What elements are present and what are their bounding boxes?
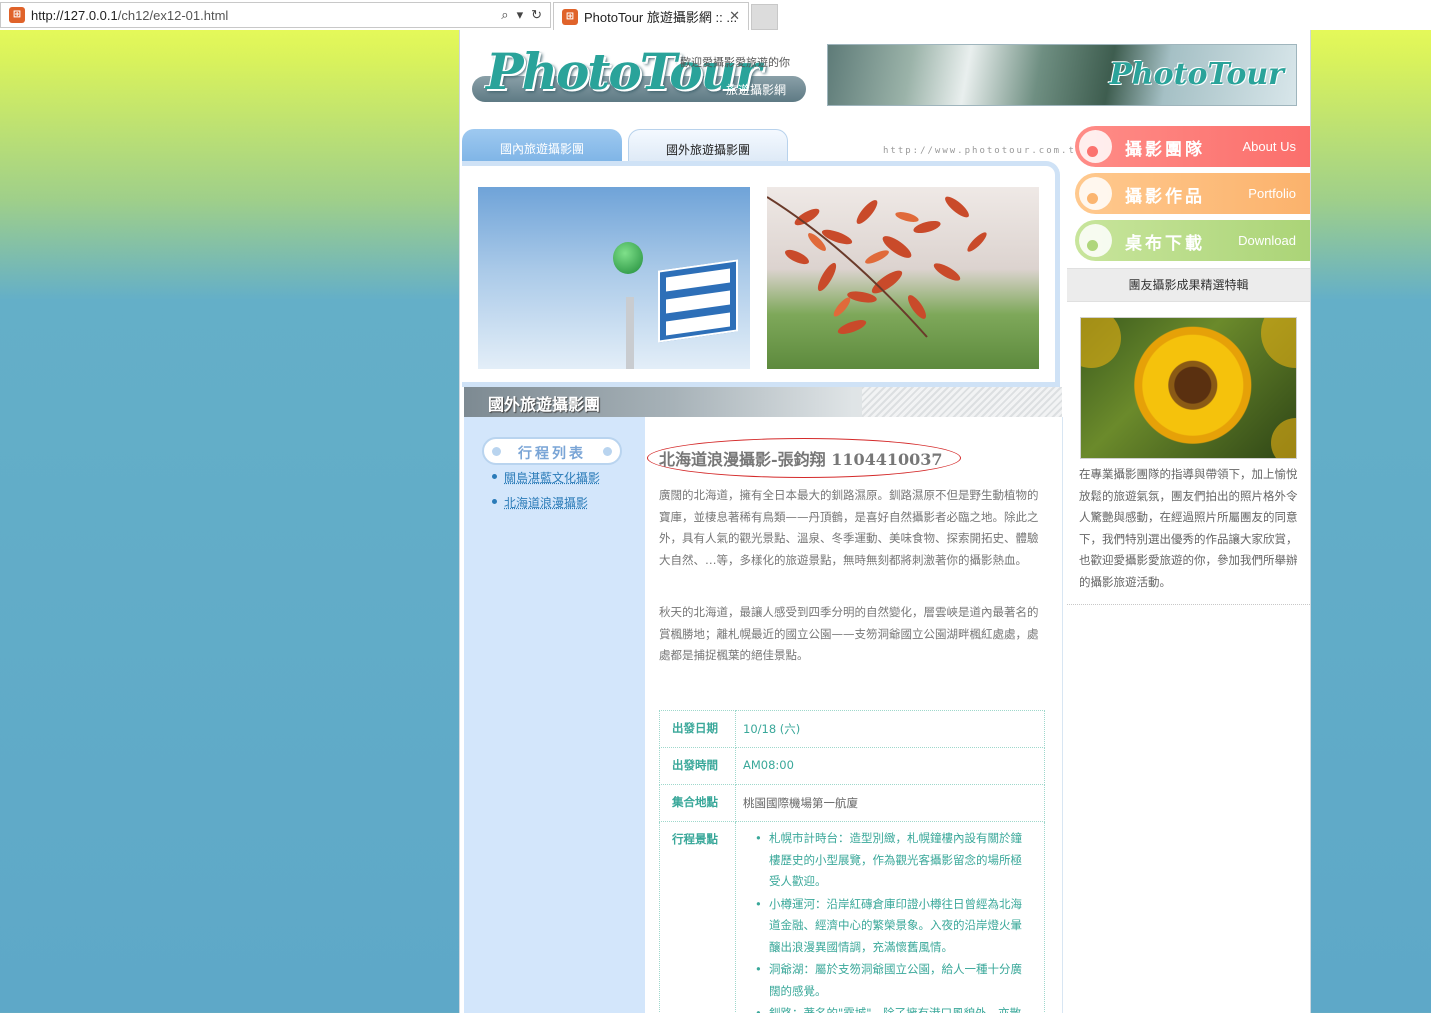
divider: [1067, 604, 1310, 605]
table-row: 行程景點 札幌市計時台：造型別緻，札幌鐘樓內設有關於鐘樓歷史的小型展覽，作為觀光…: [659, 821, 1045, 1013]
article-content: 北海道浪漫攝影-張鈞翔 1104410037 廣闊的北海道，擁有全日本最大的釧路…: [645, 417, 1063, 1013]
article-paragraph-2: 秋天的北海道，最讓人感受到四季分明的自然變化，層雲峽是道內最著名的賞楓勝地；離札…: [659, 605, 1039, 662]
site-logo[interactable]: PhotoTour 歡迎愛攝影愛旅遊的你 旅遊攝影網: [472, 42, 808, 112]
tab-abroad-tours[interactable]: 國外旅遊攝影團: [628, 129, 788, 163]
browser-chrome: ⊞ http://127.0.0.1 /ch12/ex12-01.html ⌕ …: [0, 0, 1431, 30]
date-label: 出發日期: [659, 710, 736, 748]
menu-label-zh: 桌布下載: [1125, 234, 1205, 254]
tab-title: PhotoTour 旅遊攝影網 :: ...: [584, 10, 738, 25]
menu-label-en: About Us: [1242, 139, 1296, 154]
photo-autumn-leaves: [767, 187, 1039, 369]
browser-tab[interactable]: ⊞ PhotoTour 旅遊攝影網 :: ... ✕: [553, 2, 749, 30]
menu-about-us[interactable]: 攝影團隊 About Us: [1075, 126, 1310, 167]
spots-label: 行程景點: [659, 821, 736, 1013]
list-item: 洞爺湖：屬於支笏洞爺國立公園，給人一種十分廣闊的感覺。: [755, 959, 1032, 1002]
feature-description: 在專業攝影團隊的指導與帶領下，加上愉悅放鬆的旅遊氣氛，團友們拍出的照片格外令人驚…: [1079, 467, 1298, 589]
left-sidebar: 行程列表 關島湛藍文化攝影 北海道浪漫攝影: [464, 417, 645, 1013]
dropdown-icon[interactable]: ▾: [517, 7, 524, 23]
table-row: 出發時間 AM08:00: [659, 747, 1045, 785]
article-title: 北海道浪漫攝影-張鈞翔 1104410037: [659, 450, 943, 469]
new-tab-button[interactable]: [751, 4, 778, 30]
header-banner: PhotoTour: [827, 44, 1297, 106]
menu-portfolio[interactable]: 攝影作品 Portfolio: [1075, 173, 1310, 214]
list-item: 札幌市計時台：造型別緻，札幌鐘樓內設有關於鐘樓歷史的小型展覽，作為觀光客攝影留念…: [755, 828, 1032, 893]
menu-label-en: Portfolio: [1248, 186, 1296, 201]
place-value: 桃園國際機場第一航廈: [735, 784, 1045, 822]
logo-text: PhotoTour: [486, 42, 761, 101]
leaves-graphic: [767, 196, 987, 338]
list-item: 小樽運河：沿岸紅磚倉庫印證小樽往日曾經為北海道金融、經濟中心的繁榮景象。入夜的沿…: [755, 894, 1032, 959]
table-row: 出發日期 10/18 (六): [659, 710, 1045, 748]
pill-dot-icon: [492, 447, 501, 456]
photo-road-sign: [478, 187, 750, 369]
date-value: 10/18 (六): [735, 710, 1045, 748]
menu-download[interactable]: 桌布下載 Download: [1075, 220, 1310, 261]
banner-logo: PhotoTour: [1109, 57, 1284, 92]
time-label: 出發時間: [659, 747, 736, 785]
spots-cell: 札幌市計時台：造型別緻，札幌鐘樓內設有關於鐘樓歷史的小型展覽，作為觀光客攝影留念…: [735, 821, 1045, 1013]
sunflower-photo: [1080, 317, 1297, 459]
pole-shape: [626, 297, 634, 369]
address-bar[interactable]: ⊞ http://127.0.0.1 /ch12/ex12-01.html ⌕ …: [0, 2, 551, 28]
page-favicon-icon: ⊞: [9, 7, 25, 23]
page-container: PhotoTour 歡迎愛攝影愛旅遊的你 旅遊攝影網 PhotoTour 國內旅…: [459, 30, 1311, 1013]
circle-icon: [1079, 224, 1112, 257]
spots-list: 札幌市計時台：造型別緻，札幌鐘樓內設有關於鐘樓歷史的小型展覽，作為觀光客攝影留念…: [743, 828, 1044, 1013]
trip-info-table: 出發日期 10/18 (六) 出發時間 AM08:00 集合地點 桃園國際機場第…: [659, 710, 1045, 1013]
time-value: AM08:00: [735, 747, 1045, 785]
pill-dot-icon: [603, 447, 612, 456]
trip-list: 關島湛藍文化攝影 北海道浪漫攝影: [492, 469, 600, 519]
tab-favicon-icon: ⊞: [562, 8, 578, 25]
circle-icon: [1079, 130, 1112, 163]
url-host: http://127.0.0.1: [31, 7, 118, 23]
trip-list-header: 行程列表: [482, 437, 622, 465]
sign-shape: [658, 259, 738, 343]
feature-title: 團友攝影成果精選特輯: [1067, 268, 1310, 302]
place-label: 集合地點: [659, 784, 736, 822]
trip-link-hokkaido[interactable]: 北海道浪漫攝影: [492, 494, 600, 511]
tab-domestic-tours[interactable]: 國內旅遊攝影團: [462, 129, 622, 163]
list-item: 釧路：著名的"霧城"，除了擁有港口風貌外，亦散發著濃厚的文學氣氛。: [755, 1003, 1032, 1013]
logo-subtitle: 旅遊攝影網: [726, 83, 787, 97]
menu-label-en: Download: [1238, 233, 1296, 248]
balloon-shape: [613, 242, 643, 274]
logo-slogan: 歡迎愛攝影愛旅遊的你: [680, 56, 790, 69]
table-row: 集合地點 桃園國際機場第一航廈: [659, 784, 1045, 822]
site-url: http://www.phototour.com.tw: [883, 146, 1084, 156]
refresh-icon[interactable]: ↻: [531, 7, 542, 23]
menu-label-zh: 攝影作品: [1125, 187, 1205, 207]
close-tab-icon[interactable]: ✕: [729, 8, 740, 24]
article-paragraph-1: 廣闊的北海道，擁有全日本最大的釧路濕原。釧路濕原不但是野生動植物的寶庫，並棲息著…: [659, 488, 1039, 567]
menu-label-zh: 攝影團隊: [1125, 140, 1205, 160]
circle-icon: [1079, 177, 1112, 210]
section-title: 國外旅遊攝影團: [488, 395, 601, 414]
trip-list-title: 行程列表: [518, 446, 586, 462]
search-icon[interactable]: ⌕: [501, 7, 508, 23]
trip-link-guam[interactable]: 關島湛藍文化攝影: [492, 469, 600, 486]
url-path: /ch12/ex12-01.html: [117, 7, 229, 23]
section-header: 國外旅遊攝影團: [464, 387, 1062, 417]
